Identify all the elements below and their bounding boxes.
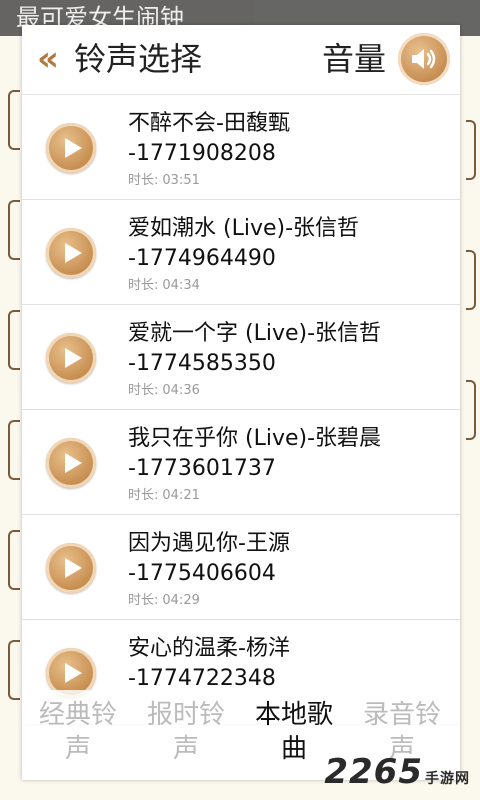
song-duration: 时长: 04:21 <box>128 488 200 504</box>
duration-value: 03:51 <box>162 173 200 188</box>
dialog-header: « 铃声选择 音量 <box>22 25 460 95</box>
song-duration: 时长: 04:29 <box>128 593 200 609</box>
duration-label: 时长: <box>128 593 159 608</box>
song-list[interactable]: 不醉不会-田馥甄 -1771908208 时长: 03:51 爱如潮水 (Live)-张… <box>22 95 460 725</box>
tab-1[interactable]: 报时铃声 <box>134 690 238 770</box>
song-row[interactable]: 因为遇见你-王源 -1775406604 时长: 04:29 <box>22 515 460 620</box>
tab-label-line1: 本地歌 <box>254 700 333 730</box>
speaker-icon <box>412 49 436 69</box>
tab-label-line1: 经典铃 <box>38 700 117 730</box>
volume-label: 音量 <box>321 40 386 78</box>
tab-label-line2: 声 <box>172 734 199 764</box>
duration-label: 时长: <box>128 488 159 503</box>
song-name: 安心的温柔-杨洋 <box>128 636 290 661</box>
duration-value: 04:29 <box>162 593 200 608</box>
play-button[interactable] <box>46 228 96 278</box>
site-watermark: 2265 手游网 <box>324 752 470 792</box>
left-decoration <box>0 60 22 700</box>
volume-button[interactable] <box>398 33 450 85</box>
tab-label-line1: 报时铃 <box>146 700 225 730</box>
song-row[interactable]: 我只在乎你 (Live)-张碧晨 -1773601737 时长: 04:21 <box>22 410 460 515</box>
duration-value: 04:21 <box>162 488 200 503</box>
play-icon <box>65 138 82 158</box>
song-name: 我只在乎你 (Live)-张碧晨 <box>128 426 382 451</box>
song-duration: 时长: 04:34 <box>128 278 200 294</box>
song-id: -1773601737 <box>128 456 276 481</box>
play-button[interactable] <box>46 123 96 173</box>
right-decoration <box>460 60 480 700</box>
song-name: 爱就一个字 (Live)-张信哲 <box>128 321 382 346</box>
play-button[interactable] <box>46 333 96 383</box>
tab-label-line1: 录音铃 <box>362 700 441 730</box>
page-title: 铃声选择 <box>74 40 203 78</box>
song-row[interactable]: 爱如潮水 (Live)-张信哲 -1774964490 时长: 04:34 <box>22 200 460 305</box>
tab-0[interactable]: 经典铃声 <box>26 690 130 770</box>
play-button[interactable] <box>46 543 96 593</box>
song-name: 爱如潮水 (Live)-张信哲 <box>128 216 360 241</box>
duration-label: 时长: <box>128 383 159 398</box>
song-row[interactable]: 爱就一个字 (Live)-张信哲 -1774585350 时长: 04:36 <box>22 305 460 410</box>
play-icon <box>65 453 82 473</box>
song-id: -1771908208 <box>128 141 276 166</box>
play-icon <box>65 348 82 368</box>
song-row[interactable]: 不醉不会-田馥甄 -1771908208 时长: 03:51 <box>22 95 460 200</box>
watermark-suffix: 手游网 <box>425 771 470 787</box>
song-id: -1774964490 <box>128 246 276 271</box>
ringtone-dialog: « 铃声选择 音量 不醉不会-田馥甄 -1771908208 时长: 03:51 爱如潮… <box>22 25 460 780</box>
duration-label: 时长: <box>128 278 159 293</box>
tab-label-line2: 声 <box>64 734 91 764</box>
double-chevron-left-icon[interactable]: « <box>30 39 66 79</box>
duration-value: 04:34 <box>162 278 200 293</box>
song-name: 不醉不会-田馥甄 <box>128 111 290 136</box>
play-button[interactable] <box>46 438 96 488</box>
duration-label: 时长: <box>128 173 159 188</box>
duration-value: 04:36 <box>162 383 200 398</box>
play-icon <box>65 663 82 683</box>
song-duration: 时长: 04:36 <box>128 383 200 399</box>
watermark-logo: 2265 <box>324 752 423 792</box>
play-icon <box>65 243 82 263</box>
song-name: 因为遇见你-王源 <box>128 531 290 556</box>
song-id: -1775406604 <box>128 561 276 586</box>
song-duration: 时长: 03:51 <box>128 173 200 189</box>
song-id: -1774585350 <box>128 351 276 376</box>
play-icon <box>65 558 82 578</box>
